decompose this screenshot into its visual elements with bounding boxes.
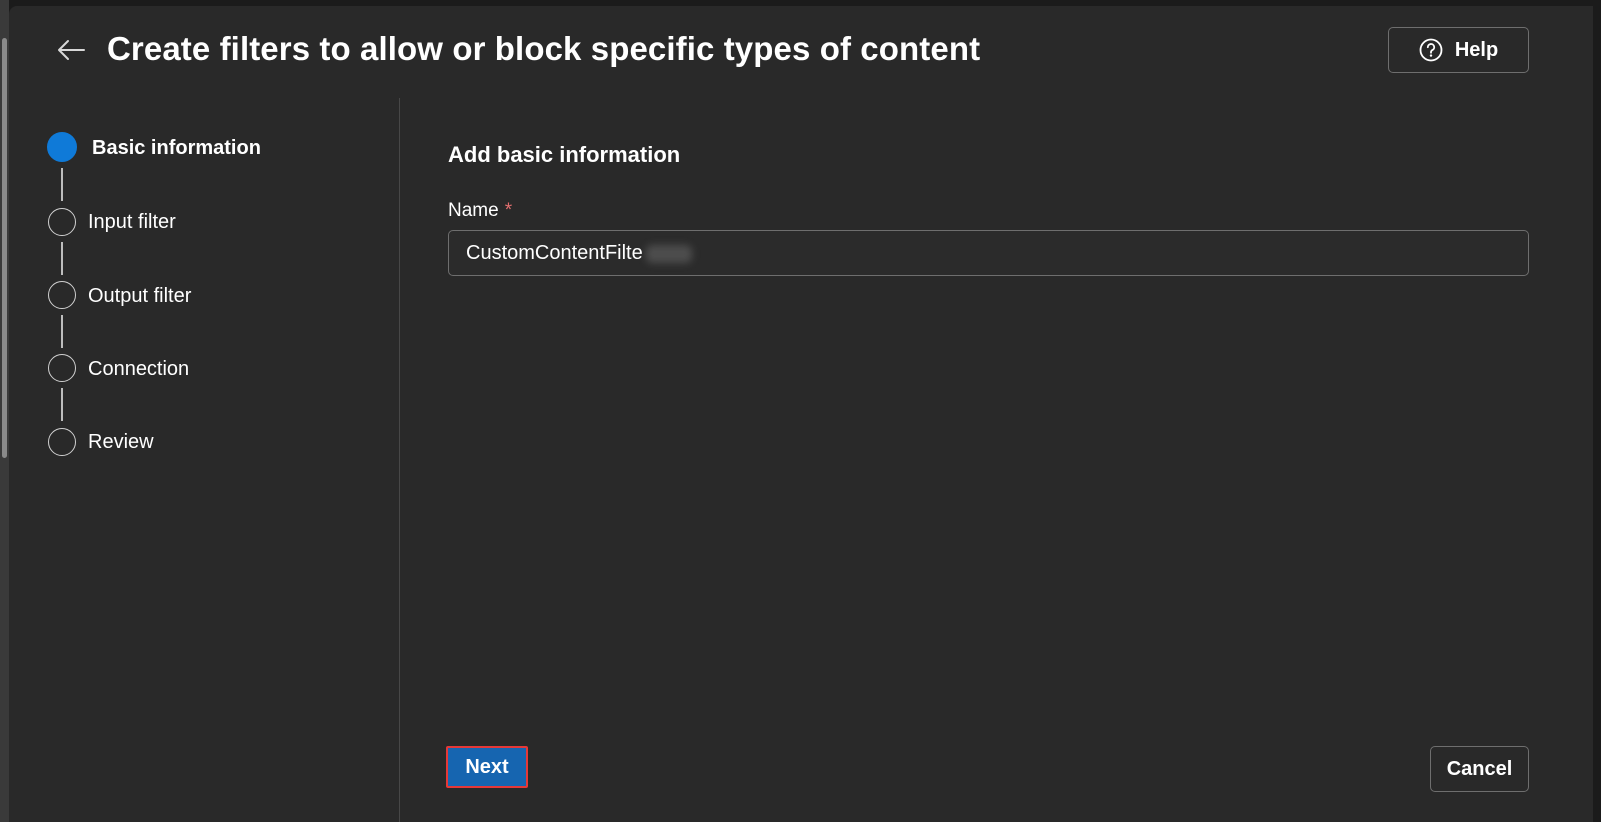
help-button[interactable]: Help [1388,27,1529,73]
right-edge [1593,0,1601,822]
step-indicator [48,428,76,456]
question-circle-icon [1419,38,1443,62]
name-label-text: Name [448,200,499,221]
name-input[interactable] [448,230,1529,276]
step-basic-information[interactable]: Basic information [92,137,261,160]
arrow-left-icon [57,39,85,66]
step-connector [61,242,63,275]
step-connection[interactable]: Connection [88,358,189,381]
scrollbar-thumb[interactable] [2,38,7,458]
step-indicator [48,208,76,236]
create-filter-panel: Create filters to allow or block specifi… [9,6,1593,822]
cancel-button[interactable]: Cancel [1430,746,1529,792]
back-button[interactable] [53,34,89,70]
step-connector [61,388,63,421]
step-indicator [48,354,76,382]
step-connector [61,315,63,348]
step-connector [61,168,63,201]
step-indicator-active [47,132,77,162]
panel-divider [399,98,400,822]
next-button[interactable]: Next [446,746,528,788]
help-label: Help [1454,38,1499,61]
step-review[interactable]: Review [88,431,154,454]
page-title: Create filters to allow or block specifi… [107,30,981,67]
section-title: Add basic information [448,142,681,167]
step-output-filter[interactable]: Output filter [88,285,191,308]
step-indicator [48,281,76,309]
scrollbar-track[interactable] [0,0,9,822]
name-field-label: Name * [448,200,512,222]
step-input-filter[interactable]: Input filter [88,211,176,234]
required-marker: * [504,200,513,221]
